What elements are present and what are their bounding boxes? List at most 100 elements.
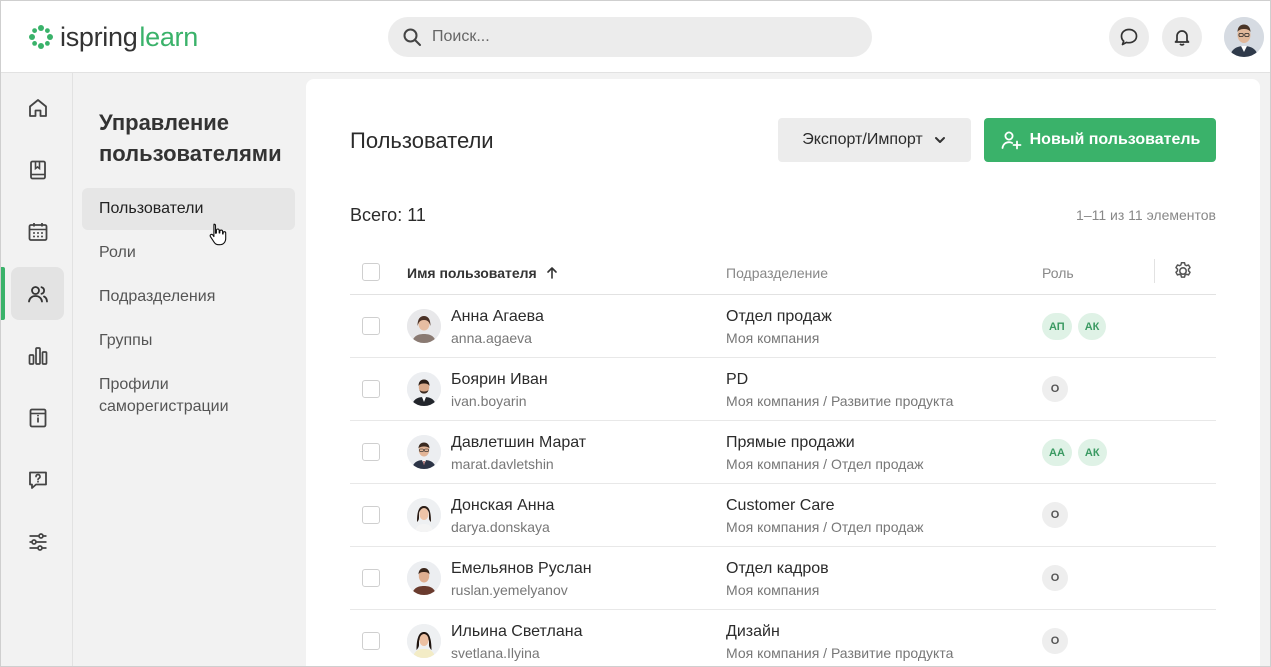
role-badge: АК xyxy=(1077,439,1107,466)
gear-icon[interactable] xyxy=(1172,260,1194,282)
sliders-icon xyxy=(29,532,46,551)
role-badges: О xyxy=(1042,376,1068,402)
department-name: Отдел кадров xyxy=(726,560,829,577)
hand-cursor-icon xyxy=(209,223,227,246)
logo-burst-icon xyxy=(29,25,53,49)
table-header: Имя пользователя Подразделение Роль xyxy=(350,256,1216,295)
user-photo-icon xyxy=(407,309,441,343)
column-header-department[interactable]: Подразделение xyxy=(726,265,828,281)
column-header-name[interactable]: Имя пользователя xyxy=(407,265,559,281)
user-photo-icon xyxy=(407,372,441,406)
role-badge: АП xyxy=(1042,313,1072,340)
rail-users[interactable] xyxy=(11,267,64,320)
subnav-item-label: Группы xyxy=(99,332,153,349)
subnav-item-users[interactable]: Пользователи xyxy=(82,188,295,230)
subnav-item-label: Подразделения xyxy=(99,288,216,305)
logo-text: ispring learn xyxy=(60,21,198,52)
user-login: darya.donskaya xyxy=(451,519,550,535)
avatar xyxy=(407,624,441,658)
user-login: ivan.boyarin xyxy=(451,393,527,409)
page-title: Пользователи xyxy=(350,128,494,153)
new-user-button[interactable]: Новый пользователь xyxy=(984,118,1216,162)
department-path: Моя компания / Отдел продаж xyxy=(726,456,924,472)
calendar-icon xyxy=(28,222,47,241)
subnav-item-groups[interactable]: Группы xyxy=(82,330,295,352)
row-checkbox[interactable] xyxy=(362,443,380,461)
rail-home[interactable] xyxy=(11,81,64,134)
subnav-item-roles[interactable]: Роли xyxy=(82,242,295,264)
column-header-role[interactable]: Роль xyxy=(1042,265,1074,281)
question-icon xyxy=(28,471,47,489)
subnav-item-self-registration[interactable]: Профили саморегистрации xyxy=(82,374,262,418)
department-name: PD xyxy=(726,371,749,388)
row-checkbox[interactable] xyxy=(362,506,380,524)
department-name: Отдел продаж xyxy=(726,308,832,325)
user-avatar[interactable] xyxy=(1224,17,1264,57)
rail-calendar[interactable] xyxy=(11,205,64,258)
user-name[interactable]: Давлетшин Марат xyxy=(451,434,586,452)
table-row[interactable]: Анна Агаева anna.agaeva Отдел продаж Моя… xyxy=(350,295,1216,358)
role-badges: АП АК xyxy=(1042,313,1107,340)
app-window: ispring learn Поиск... Управление пользо… xyxy=(0,0,1271,667)
row-checkbox[interactable] xyxy=(362,317,380,335)
table-row[interactable]: Донская Анна darya.donskaya Customer Car… xyxy=(350,484,1216,547)
department-path: Моя компания / Развитие продукта xyxy=(726,393,954,409)
subnav-item-label: Роли xyxy=(99,244,136,261)
subnav-item-label: Пользователи xyxy=(99,200,204,217)
rail-reports[interactable] xyxy=(11,329,64,382)
department-name: Прямые продажи xyxy=(726,434,855,451)
users-management-subnav: Управление пользователями Пользователи Р… xyxy=(73,73,305,666)
user-name[interactable]: Емельянов Руслан xyxy=(451,560,592,578)
column-header-name-label: Имя пользователя xyxy=(407,265,537,281)
user-photo-icon xyxy=(407,498,441,532)
bell-icon xyxy=(1174,30,1190,46)
rail-info[interactable] xyxy=(11,391,64,444)
left-rail-nav xyxy=(1,73,73,666)
row-checkbox[interactable] xyxy=(362,380,380,398)
department-path: Моя компания / Развитие продукта xyxy=(726,645,954,661)
users-card: Пользователи Экспорт/Импорт Новый пользо… xyxy=(306,79,1260,666)
rail-settings[interactable] xyxy=(11,515,64,568)
notifications-button[interactable] xyxy=(1162,17,1202,57)
search-input[interactable] xyxy=(432,28,852,46)
chat-button[interactable] xyxy=(1109,17,1149,57)
table-row[interactable]: Емельянов Руслан ruslan.yemelyanov Отдел… xyxy=(350,547,1216,610)
export-import-button[interactable]: Экспорт/Импорт xyxy=(778,118,971,162)
pagination-info: 1–11 из 11 элементов xyxy=(1076,207,1216,223)
table-row[interactable]: Давлетшин Марат marat.davletshin Прямые … xyxy=(350,421,1216,484)
avatar xyxy=(407,498,441,532)
row-checkbox[interactable] xyxy=(362,632,380,650)
role-badges: О xyxy=(1042,628,1068,654)
avatar xyxy=(407,561,441,595)
user-name[interactable]: Ильина Светлана xyxy=(451,623,582,641)
ispring-learn-logo[interactable]: ispring learn xyxy=(28,21,198,53)
subnav-item-departments[interactable]: Подразделения xyxy=(82,286,295,308)
table-row[interactable]: Ильина Светлана svetlana.Ilyina Дизайн М… xyxy=(350,610,1216,666)
department-path: Моя компания xyxy=(726,330,820,346)
rail-courses[interactable] xyxy=(11,143,64,196)
search-box[interactable] xyxy=(388,17,872,57)
export-import-label: Экспорт/Импорт xyxy=(802,131,923,148)
home-icon xyxy=(28,98,47,117)
role-badge: АА xyxy=(1042,439,1072,466)
role-badge: О xyxy=(1042,628,1068,654)
select-all-checkbox[interactable] xyxy=(362,263,380,281)
user-name[interactable]: Боярин Иван xyxy=(451,371,548,389)
role-badges: О xyxy=(1042,565,1068,591)
subnav-item-label: Профили саморегистрации xyxy=(99,376,229,415)
table-row[interactable]: Боярин Иван ivan.boyarin PD Моя компания… xyxy=(350,358,1216,421)
user-name[interactable]: Донская Анна xyxy=(451,497,554,515)
add-user-icon xyxy=(1001,131,1022,150)
top-header: ispring learn xyxy=(1,1,1270,73)
new-user-label: Новый пользователь xyxy=(1029,131,1201,148)
role-badges: АА АК xyxy=(1042,439,1107,466)
row-checkbox[interactable] xyxy=(362,569,380,587)
department-name: Customer Care xyxy=(726,497,835,514)
user-name[interactable]: Анна Агаева xyxy=(451,308,544,326)
department-path: Моя компания xyxy=(726,582,820,598)
header-divider xyxy=(1154,259,1155,283)
avatar xyxy=(407,435,441,469)
user-photo-icon xyxy=(1224,17,1264,57)
rail-questions[interactable] xyxy=(11,453,64,506)
avatar xyxy=(407,309,441,343)
